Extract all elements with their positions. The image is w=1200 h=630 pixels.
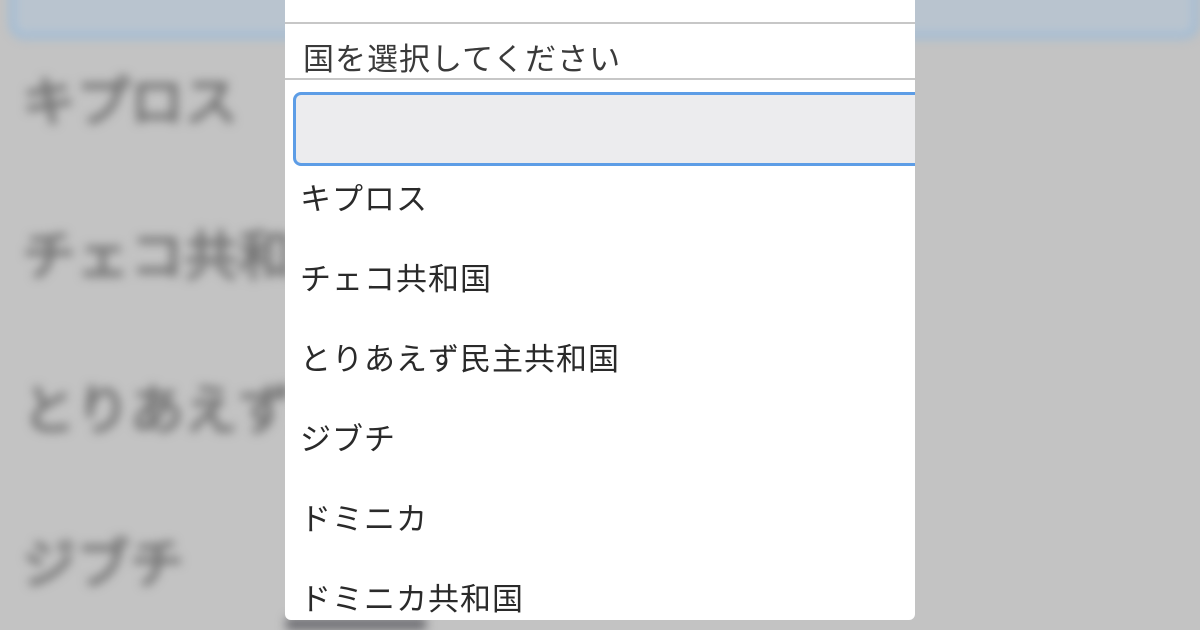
- option-item[interactable]: ドミニカ: [285, 488, 915, 568]
- option-item[interactable]: チェコ共和国: [285, 248, 915, 328]
- background-list-item: ジブチ: [22, 533, 184, 596]
- screen: キプロス チェコ共和国 とりあえず民主共和国 ジブチ 国を選択してください キプ…: [0, 0, 1200, 630]
- background-list-item: キプロス: [22, 71, 238, 134]
- option-item[interactable]: とりあえず民主共和国: [285, 328, 915, 408]
- country-select-dropdown: 国を選択してください キプロス チェコ共和国 とりあえず民主共和国 ジブチ ドミ…: [285, 0, 915, 620]
- search-input[interactable]: [293, 92, 915, 166]
- option-item[interactable]: キプロス: [285, 168, 915, 248]
- option-list: キプロス チェコ共和国 とりあえず民主共和国 ジブチ ドミニカ ドミニカ共和国: [285, 168, 915, 620]
- option-item[interactable]: ドミニカ共和国: [285, 568, 915, 620]
- select-header[interactable]: 国を選択してください: [285, 22, 915, 80]
- option-item[interactable]: ジブチ: [285, 408, 915, 488]
- select-placeholder-label: 国を選択してください: [303, 42, 622, 78]
